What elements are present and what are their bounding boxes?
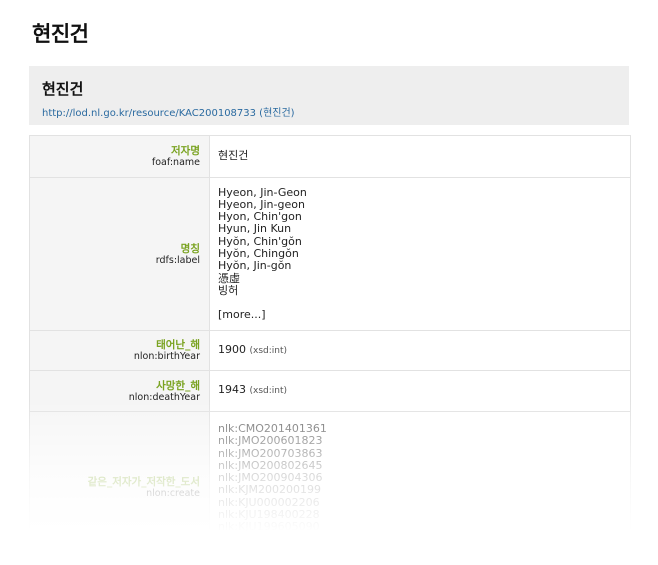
more-link[interactable]: [more...] (218, 308, 630, 321)
datatype-label: (xsd:int) (249, 386, 288, 397)
value-text: 빙허 (218, 283, 239, 297)
value-text: Hyŏn, Jin-gŏn (218, 259, 292, 273)
resource-title: 현진건 (42, 80, 84, 98)
resource-link[interactable]: nlk:JMO200601823 (218, 434, 630, 447)
table-row: 저자명 foaf:name 현진건 (30, 136, 630, 178)
datatype-label: (xsd:int) (249, 345, 288, 356)
page-title: 현진건 (32, 22, 89, 46)
property-uri[interactable]: rdfs:label (156, 255, 200, 266)
value-text: 1943 (xsd:int) (218, 384, 630, 397)
birth-year-value: 1900 (218, 342, 246, 356)
property-uri[interactable]: foaf:name (152, 157, 200, 168)
resource-link[interactable]: nlk:KJU199605090 (218, 521, 630, 534)
value-text: Hyeon, Jin-Geon (218, 185, 307, 199)
property-table: 저자명 foaf:name 현진건 명칭 rdfs:label Hyeon, J… (29, 135, 631, 563)
property-label[interactable]: 사망한_해 (156, 380, 200, 392)
value-cell: 현진건 (210, 136, 630, 177)
value-cell: 1900 (xsd:int) (210, 331, 630, 370)
table-row: 태어난_해 nlon:birthYear 1900 (xsd:int) (30, 331, 630, 371)
property-uri[interactable]: nlon:create (146, 488, 200, 499)
value-cell: nlk:CMO201401361 nlk:JMO200601823 nlk:JM… (210, 412, 630, 562)
value-text: 1900 (xsd:int) (218, 342, 630, 357)
property-cell: 사망한_해 nlon:deathYear (30, 371, 210, 411)
value-text: Hyun, Jin Kun (218, 222, 292, 236)
property-cell: 태어난_해 nlon:birthYear (30, 331, 210, 370)
resource-link[interactable]: nlk:KJM200200199 (218, 484, 630, 497)
table-row: 같은_저자가_저작한_도서 nlon:create nlk:CMO2014013… (30, 412, 630, 563)
property-label[interactable]: 저자명 (171, 145, 200, 157)
property-uri[interactable]: nlon:birthYear (134, 351, 200, 362)
table-row: 사망한_해 nlon:deathYear 1943 (xsd:int) (30, 371, 630, 412)
property-cell: 저자명 foaf:name (30, 136, 210, 177)
property-uri[interactable]: nlon:deathYear (129, 392, 200, 403)
resource-uri-link[interactable]: http://lod.nl.go.kr/resource/KAC20010873… (42, 104, 295, 119)
property-label[interactable]: 명칭 (181, 243, 200, 255)
property-label[interactable]: 같은_저자가_저작한_도서 (88, 476, 200, 488)
resource-header: 현진건 http://lod.nl.go.kr/resource/KAC2001… (29, 66, 629, 125)
value-text: 현진건 (218, 149, 249, 163)
property-label[interactable]: 태어난_해 (156, 339, 200, 351)
value-cell: Hyeon, Jin-Geon Hyeon, Jin-geon Hyon, Ch… (210, 178, 630, 330)
value-cell: 1943 (xsd:int) (210, 371, 630, 411)
value-text: 憑虛 (218, 271, 240, 285)
table-row: 명칭 rdfs:label Hyeon, Jin-Geon Hyeon, Jin… (30, 178, 630, 331)
property-cell: 명칭 rdfs:label (30, 178, 210, 330)
property-cell: 같은_저자가_저작한_도서 nlon:create (30, 412, 210, 562)
death-year-value: 1943 (218, 383, 246, 397)
